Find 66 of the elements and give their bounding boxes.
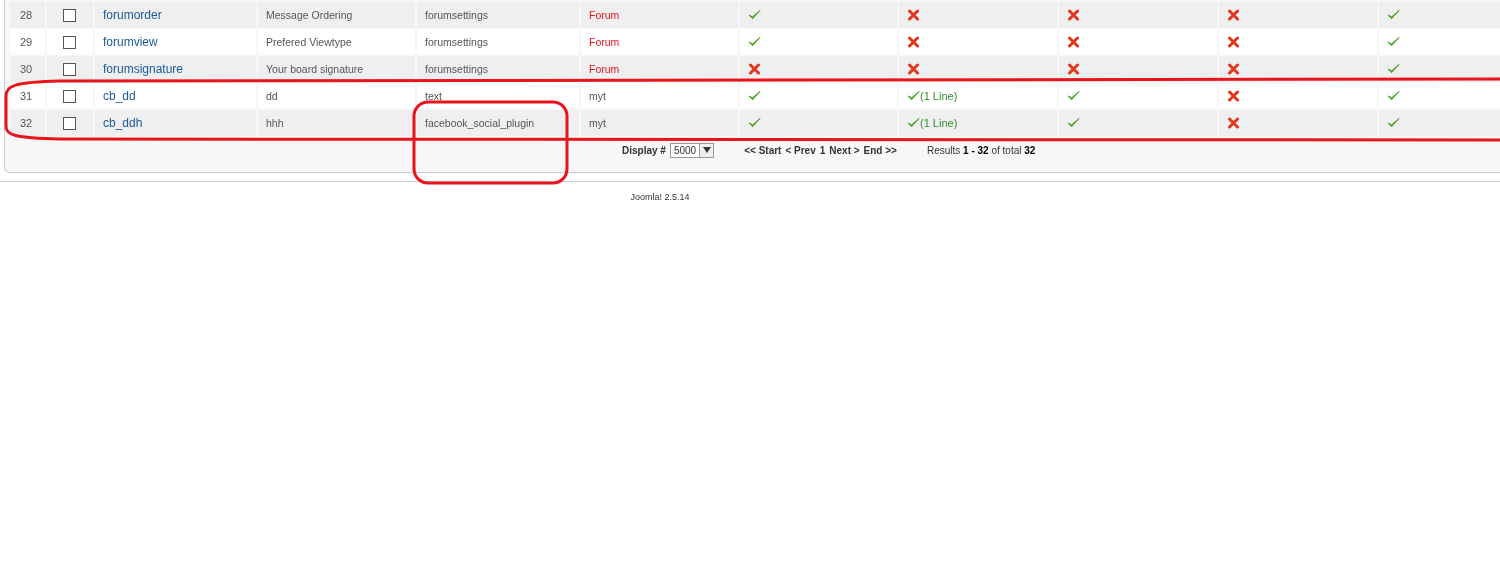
cross-icon[interactable] bbox=[1067, 36, 1080, 48]
check-icon[interactable] bbox=[907, 90, 920, 102]
row-number: 32 bbox=[10, 110, 45, 136]
pagination-link[interactable]: 1 bbox=[819, 144, 826, 156]
flag-note: (1 Line) bbox=[920, 90, 958, 102]
row-checkbox[interactable] bbox=[63, 35, 76, 49]
cross-icon[interactable] bbox=[1067, 9, 1080, 21]
field-name-link[interactable]: forumview bbox=[103, 35, 158, 49]
cross-icon[interactable] bbox=[1227, 9, 1240, 21]
display-select[interactable]: 5000 bbox=[669, 142, 715, 158]
cross-icon[interactable] bbox=[907, 9, 920, 21]
field-title: Message Ordering bbox=[266, 9, 353, 21]
field-name-link[interactable]: cb_dd bbox=[103, 89, 136, 103]
pagination-link[interactable]: << Start bbox=[744, 144, 782, 156]
tab-label: myt bbox=[589, 117, 606, 129]
row-checkbox[interactable] bbox=[63, 116, 76, 130]
check-icon[interactable] bbox=[907, 117, 920, 129]
check-icon[interactable] bbox=[748, 9, 761, 21]
cross-icon[interactable] bbox=[748, 63, 761, 75]
check-icon[interactable] bbox=[1067, 117, 1080, 129]
check-icon[interactable] bbox=[1387, 36, 1400, 48]
row-number: 30 bbox=[10, 56, 45, 82]
field-name-link[interactable]: forumorder bbox=[103, 8, 162, 22]
field-title: Your board signature bbox=[266, 63, 364, 75]
field-title: Prefered Viewtype bbox=[266, 36, 352, 48]
check-icon[interactable] bbox=[1387, 9, 1400, 21]
check-icon[interactable] bbox=[748, 90, 761, 102]
check-icon[interactable] bbox=[1067, 90, 1080, 102]
pagination-link[interactable]: < Prev bbox=[785, 144, 816, 156]
tab-label: myt bbox=[589, 90, 606, 102]
cross-icon[interactable] bbox=[1227, 117, 1240, 129]
tab-label: Forum bbox=[589, 36, 620, 48]
row-checkbox[interactable] bbox=[63, 62, 76, 76]
version-text: Joomla! 2.5.14 bbox=[630, 192, 690, 204]
check-icon[interactable] bbox=[748, 36, 761, 48]
row-number: 29 bbox=[10, 29, 45, 55]
field-type: forumsettings bbox=[425, 63, 489, 75]
flag-note: (1 Line) bbox=[920, 117, 958, 129]
cross-icon[interactable] bbox=[1227, 90, 1240, 102]
cross-icon[interactable] bbox=[907, 36, 920, 48]
check-icon[interactable] bbox=[748, 117, 761, 129]
cross-icon[interactable] bbox=[907, 63, 920, 75]
caret-icon bbox=[699, 143, 714, 157]
check-icon[interactable] bbox=[1387, 117, 1400, 129]
pagination-link[interactable]: Next > bbox=[829, 144, 860, 156]
field-title: hhh bbox=[266, 117, 284, 129]
field-type: forumsettings bbox=[425, 36, 489, 48]
field-name-link[interactable]: cb_ddh bbox=[103, 116, 143, 130]
results-text: Results 1 - 32 of total 32 bbox=[926, 144, 1036, 156]
row-checkbox[interactable] bbox=[63, 8, 76, 22]
check-icon[interactable] bbox=[1387, 63, 1400, 75]
display-label: Display # bbox=[622, 144, 666, 156]
pagination-link[interactable]: End >> bbox=[863, 144, 897, 156]
cross-icon[interactable] bbox=[1227, 36, 1240, 48]
row-checkbox[interactable] bbox=[63, 89, 76, 103]
row-number: 31 bbox=[10, 83, 45, 109]
tab-label: Forum bbox=[589, 63, 620, 75]
field-type: forumsettings bbox=[425, 9, 489, 21]
cross-icon[interactable] bbox=[1067, 63, 1080, 75]
cross-icon[interactable] bbox=[1227, 63, 1240, 75]
field-type: facebook_social_plugin bbox=[425, 117, 535, 129]
check-icon[interactable] bbox=[1387, 90, 1400, 102]
tab-label: Forum bbox=[589, 9, 620, 21]
row-number: 28 bbox=[10, 2, 45, 28]
field-title: dd bbox=[266, 90, 278, 102]
field-type: text bbox=[425, 90, 442, 102]
